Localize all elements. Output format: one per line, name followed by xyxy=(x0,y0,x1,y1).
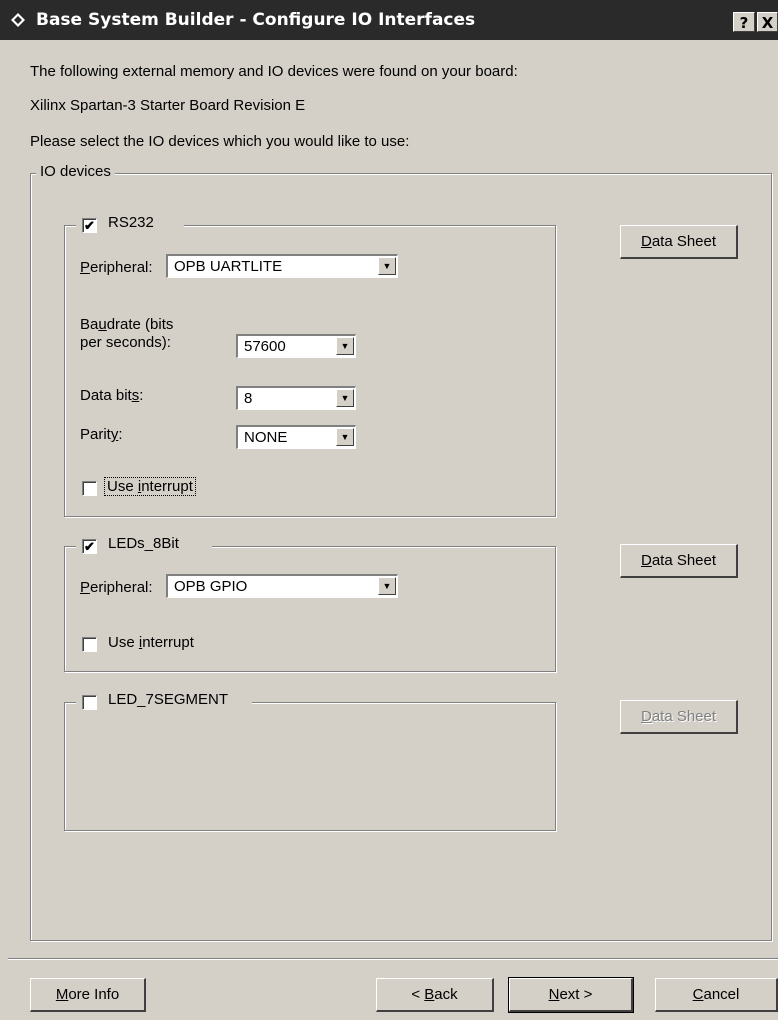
chevron-down-icon[interactable]: ▼ xyxy=(336,428,354,446)
baudrate-label: Baudrate (bits per seconds): xyxy=(80,316,174,351)
leds-peripheral-label: Peripheral: xyxy=(80,579,153,596)
intro-select-text: Please select the IO devices which you w… xyxy=(30,133,410,150)
window-title: Base System Builder - Configure IO Inter… xyxy=(36,10,476,30)
rs232-use-interrupt-label: Use interrupt xyxy=(104,477,196,496)
chevron-down-icon[interactable]: ▼ xyxy=(378,577,396,595)
rs232-use-interrupt-checkbox[interactable] xyxy=(82,481,97,496)
parity-select[interactable]: NONE ▼ xyxy=(236,425,356,449)
more-info-button[interactable]: More Info xyxy=(30,978,146,1012)
chevron-down-icon[interactable]: ▼ xyxy=(336,337,354,355)
io-devices-label: IO devices xyxy=(36,163,115,180)
rs232-peripheral-label: Peripheral: xyxy=(80,259,153,276)
leds-peripheral-value: OPB GPIO xyxy=(174,578,248,595)
leds-peripheral-select[interactable]: OPB GPIO ▼ xyxy=(166,574,398,598)
rs232-label: RS232 xyxy=(108,214,154,231)
next-button[interactable]: Next > xyxy=(508,977,634,1013)
leds-checkbox[interactable]: ✔ xyxy=(82,539,97,554)
help-button[interactable]: ? xyxy=(733,12,755,32)
led7seg-label: LED_7SEGMENT xyxy=(108,691,229,708)
intro-found-text: The following external memory and IO dev… xyxy=(30,63,518,80)
led7seg-datasheet-button[interactable]: Data Sheet xyxy=(620,700,738,734)
leds-use-interrupt-label: Use interrupt xyxy=(108,634,194,651)
app-icon xyxy=(11,13,25,27)
led7seg-checkbox[interactable] xyxy=(82,695,97,710)
back-button[interactable]: < Back xyxy=(376,978,494,1012)
title-bar: Base System Builder - Configure IO Inter… xyxy=(0,0,778,40)
close-button[interactable]: X xyxy=(757,12,778,32)
databits-select[interactable]: 8 ▼ xyxy=(236,386,356,410)
rs232-checkbox[interactable]: ✔ xyxy=(82,218,97,233)
cancel-button[interactable]: Cancel xyxy=(655,978,778,1012)
rs232-peripheral-value: OPB UARTLITE xyxy=(174,258,283,275)
leds-use-interrupt-checkbox[interactable] xyxy=(82,637,97,652)
footer-separator xyxy=(8,958,778,960)
leds-group xyxy=(64,546,556,672)
chevron-down-icon[interactable]: ▼ xyxy=(336,389,354,407)
rs232-datasheet-button[interactable]: Data Sheet xyxy=(620,225,738,259)
parity-value: NONE xyxy=(244,429,288,446)
chevron-down-icon[interactable]: ▼ xyxy=(378,257,396,275)
databits-label: Data bits: xyxy=(80,387,144,404)
rs232-peripheral-select[interactable]: OPB UARTLITE ▼ xyxy=(166,254,398,278)
parity-label: Parity: xyxy=(80,426,123,443)
leds-datasheet-button[interactable]: Data Sheet xyxy=(620,544,738,578)
board-name-text: Xilinx Spartan-3 Starter Board Revision … xyxy=(30,97,306,114)
led7seg-group xyxy=(64,702,556,831)
baudrate-select[interactable]: 57600 ▼ xyxy=(236,334,356,358)
databits-value: 8 xyxy=(244,390,253,407)
leds-label: LEDs_8Bit xyxy=(108,535,179,552)
baudrate-value: 57600 xyxy=(244,338,286,355)
